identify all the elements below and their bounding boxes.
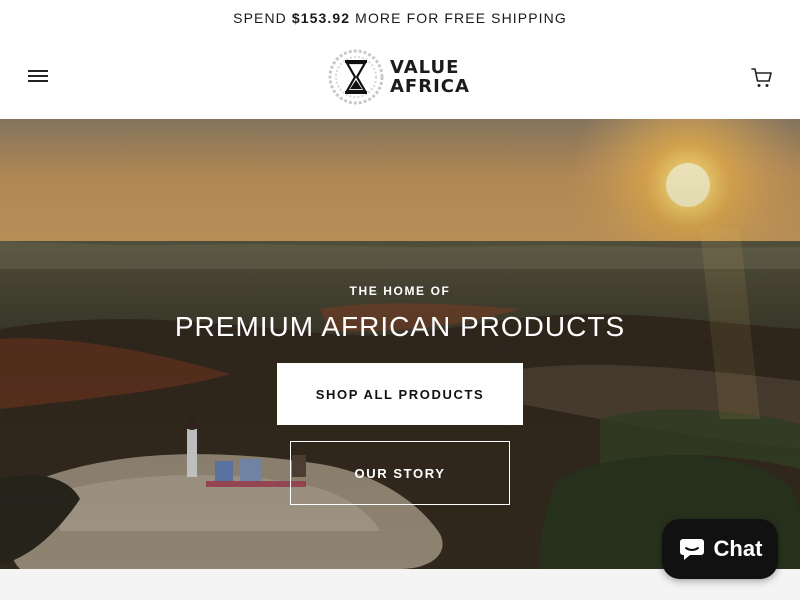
site-header: VALUE AFRICA [0, 36, 800, 119]
hamburger-menu-icon[interactable] [28, 67, 50, 85]
hero-kicker: THE HOME OF [349, 284, 451, 298]
chat-bubble-icon [679, 539, 704, 560]
cart-button[interactable] [750, 66, 774, 90]
chat-label: Chat [713, 536, 763, 561]
announcement-bar: SPEND $153.92 MORE FOR FREE SHIPPING [0, 0, 800, 36]
site-logo[interactable]: VALUE AFRICA [328, 48, 470, 106]
our-story-button[interactable]: OUR STORY [290, 441, 510, 505]
hero-headline: PREMIUM AFRICAN PRODUCTS [174, 311, 626, 342]
shopping-bag-icon [751, 68, 772, 87]
logo-line-1: VALUE [390, 57, 460, 78]
hero-banner: THE HOME OF PREMIUM AFRICAN PRODUCTS SHO… [0, 119, 800, 569]
shop-all-products-button[interactable]: SHOP ALL PRODUCTS [277, 363, 523, 425]
logo-emblem-icon [328, 49, 384, 105]
logo-wordmark: VALUE AFRICA [390, 58, 470, 96]
announcement-prefix: SPEND [233, 10, 292, 26]
logo-line-2: AFRICA [390, 76, 470, 97]
chat-button[interactable]: Chat [662, 519, 778, 579]
announcement-suffix: MORE FOR FREE SHIPPING [350, 10, 567, 26]
shipping-amount: $153.92 [291, 10, 351, 26]
hero-content: THE HOME OF PREMIUM AFRICAN PRODUCTS SHO… [0, 119, 800, 569]
